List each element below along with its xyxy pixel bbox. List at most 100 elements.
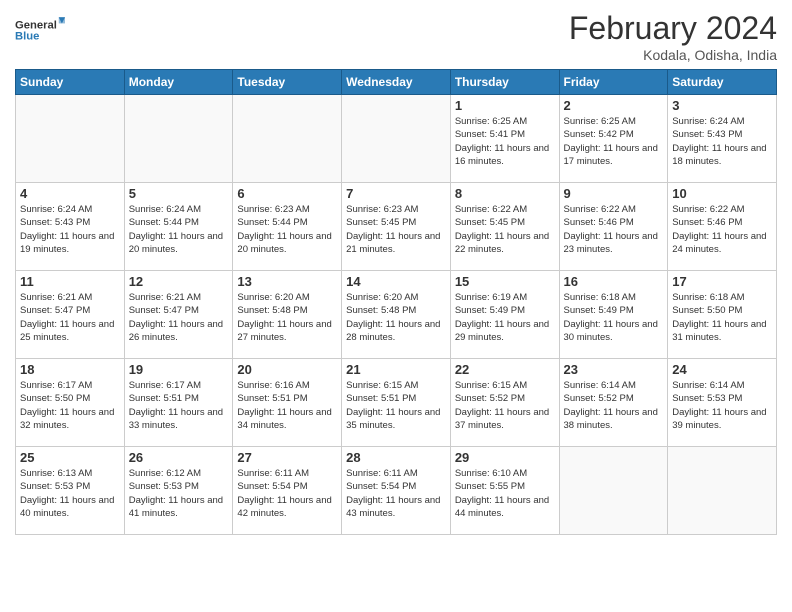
day-info: Sunrise: 6:17 AMSunset: 5:50 PMDaylight:… <box>20 379 120 432</box>
day-info: Sunrise: 6:22 AMSunset: 5:46 PMDaylight:… <box>564 203 664 256</box>
week-row-4: 25Sunrise: 6:13 AMSunset: 5:53 PMDayligh… <box>16 447 777 535</box>
day-info: Sunrise: 6:13 AMSunset: 5:53 PMDaylight:… <box>20 467 120 520</box>
day-info: Sunrise: 6:14 AMSunset: 5:53 PMDaylight:… <box>672 379 772 432</box>
day-number: 28 <box>346 450 446 465</box>
col-monday: Monday <box>124 70 233 95</box>
day-cell: 9 Sunrise: 6:22 AMSunset: 5:46 PMDaylight… <box>559 183 668 271</box>
day-info: Sunrise: 6:22 AMSunset: 5:46 PMDaylight:… <box>672 203 772 256</box>
day-number: 29 <box>455 450 555 465</box>
day-cell: 21Sunrise: 6:15 AMSunset: 5:51 PMDayligh… <box>342 359 451 447</box>
day-cell: 1 Sunrise: 6:25 AMSunset: 5:41 PMDaylight… <box>450 95 559 183</box>
day-info: Sunrise: 6:22 AMSunset: 5:45 PMDaylight:… <box>455 203 555 256</box>
day-info: Sunrise: 6:14 AMSunset: 5:52 PMDaylight:… <box>564 379 664 432</box>
day-cell <box>668 447 777 535</box>
day-cell: 28 Sunrise: 6:11 AMSunset: 5:54 PMDayligh… <box>342 447 451 535</box>
day-cell: 25Sunrise: 6:13 AMSunset: 5:53 PMDayligh… <box>16 447 125 535</box>
day-number: 18 <box>20 362 120 377</box>
day-number: 10 <box>672 186 772 201</box>
day-cell <box>342 95 451 183</box>
day-number: 7 <box>346 186 446 201</box>
day-cell: 14 Sunrise: 6:20 AMSunset: 5:48 PMDayligh… <box>342 271 451 359</box>
day-cell: 29 Sunrise: 6:10 AMSunset: 5:55 PMDayligh… <box>450 447 559 535</box>
day-cell: 6 Sunrise: 6:23 AMSunset: 5:44 PMDaylight… <box>233 183 342 271</box>
day-info: Sunrise: 6:20 AMSunset: 5:48 PMDaylight:… <box>346 291 446 344</box>
week-row-0: 1 Sunrise: 6:25 AMSunset: 5:41 PMDaylight… <box>16 95 777 183</box>
col-sunday: Sunday <box>16 70 125 95</box>
day-cell <box>233 95 342 183</box>
day-info: Sunrise: 6:25 AMSunset: 5:42 PMDaylight:… <box>564 115 664 168</box>
logo: General Blue <box>15 10 65 50</box>
day-number: 12 <box>129 274 229 289</box>
day-number: 15 <box>455 274 555 289</box>
day-cell: 26Sunrise: 6:12 AMSunset: 5:53 PMDayligh… <box>124 447 233 535</box>
day-number: 20 <box>237 362 337 377</box>
day-cell: 27 Sunrise: 6:11 AMSunset: 5:54 PMDayligh… <box>233 447 342 535</box>
day-cell: 20 Sunrise: 6:16 AMSunset: 5:51 PMDayligh… <box>233 359 342 447</box>
day-cell <box>124 95 233 183</box>
day-info: Sunrise: 6:24 AMSunset: 5:43 PMDaylight:… <box>20 203 120 256</box>
day-info: Sunrise: 6:19 AMSunset: 5:49 PMDaylight:… <box>455 291 555 344</box>
day-cell: 11Sunrise: 6:21 AMSunset: 5:47 PMDayligh… <box>16 271 125 359</box>
col-friday: Friday <box>559 70 668 95</box>
week-row-2: 11 Sunrise: 6:21 AMSunset: 5:47 PMDayligh… <box>16 271 777 359</box>
day-cell: 12 Sunrise: 6:21 AMSunset: 5:47 PMDayligh… <box>124 271 233 359</box>
day-number: 3 <box>672 98 772 113</box>
day-cell: 2Sunrise: 6:25 AMSunset: 5:42 PMDaylight… <box>559 95 668 183</box>
col-tuesday: Tuesday <box>233 70 342 95</box>
day-cell: 3 Sunrise: 6:24 AMSunset: 5:43 PMDaylight… <box>668 95 777 183</box>
day-info: Sunrise: 6:24 AMSunset: 5:44 PMDaylight:… <box>129 203 229 256</box>
day-info: Sunrise: 6:10 AMSunset: 5:55 PMDaylight:… <box>455 467 555 520</box>
day-number: 23 <box>564 362 664 377</box>
day-info: Sunrise: 6:23 AMSunset: 5:45 PMDaylight:… <box>346 203 446 256</box>
day-number: 19 <box>129 362 229 377</box>
day-info: Sunrise: 6:25 AMSunset: 5:41 PMDaylight:… <box>455 115 555 168</box>
day-number: 14 <box>346 274 446 289</box>
header: General Blue February 2024 Kodala, Odish… <box>15 10 777 63</box>
day-info: Sunrise: 6:11 AMSunset: 5:54 PMDaylight:… <box>346 467 446 520</box>
svg-text:General: General <box>15 19 57 31</box>
day-number: 11 <box>20 274 120 289</box>
day-number: 22 <box>455 362 555 377</box>
day-cell: 5 Sunrise: 6:24 AMSunset: 5:44 PMDaylight… <box>124 183 233 271</box>
header-row: Sunday Monday Tuesday Wednesday Thursday… <box>16 70 777 95</box>
day-number: 5 <box>129 186 229 201</box>
day-info: Sunrise: 6:23 AMSunset: 5:44 PMDaylight:… <box>237 203 337 256</box>
day-number: 24 <box>672 362 772 377</box>
svg-text:Blue: Blue <box>15 31 39 43</box>
week-row-3: 18 Sunrise: 6:17 AMSunset: 5:50 PMDayligh… <box>16 359 777 447</box>
logo-svg: General Blue <box>15 10 65 50</box>
day-cell: 10 Sunrise: 6:22 AMSunset: 5:46 PMDayligh… <box>668 183 777 271</box>
day-info: Sunrise: 6:18 AMSunset: 5:50 PMDaylight:… <box>672 291 772 344</box>
day-cell: 23 Sunrise: 6:14 AMSunset: 5:52 PMDayligh… <box>559 359 668 447</box>
day-info: Sunrise: 6:24 AMSunset: 5:43 PMDaylight:… <box>672 115 772 168</box>
day-cell: 18 Sunrise: 6:17 AMSunset: 5:50 PMDayligh… <box>16 359 125 447</box>
day-number: 16 <box>564 274 664 289</box>
day-number: 1 <box>455 98 555 113</box>
day-number: 8 <box>455 186 555 201</box>
day-number: 13 <box>237 274 337 289</box>
col-thursday: Thursday <box>450 70 559 95</box>
day-number: 27 <box>237 450 337 465</box>
day-info: Sunrise: 6:12 AMSunset: 5:53 PMDaylight:… <box>129 467 229 520</box>
day-info: Sunrise: 6:21 AMSunset: 5:47 PMDaylight:… <box>129 291 229 344</box>
day-info: Sunrise: 6:11 AMSunset: 5:54 PMDaylight:… <box>237 467 337 520</box>
day-cell: 4 Sunrise: 6:24 AMSunset: 5:43 PMDaylight… <box>16 183 125 271</box>
day-cell: 19Sunrise: 6:17 AMSunset: 5:51 PMDayligh… <box>124 359 233 447</box>
col-saturday: Saturday <box>668 70 777 95</box>
day-cell: 13Sunrise: 6:20 AMSunset: 5:48 PMDayligh… <box>233 271 342 359</box>
title-block: February 2024 Kodala, Odisha, India <box>569 10 777 63</box>
col-wednesday: Wednesday <box>342 70 451 95</box>
calendar-page: General Blue February 2024 Kodala, Odish… <box>0 0 792 612</box>
day-number: 9 <box>564 186 664 201</box>
day-number: 17 <box>672 274 772 289</box>
week-row-1: 4 Sunrise: 6:24 AMSunset: 5:43 PMDaylight… <box>16 183 777 271</box>
day-number: 4 <box>20 186 120 201</box>
month-title: February 2024 <box>569 10 777 47</box>
day-cell: 16 Sunrise: 6:18 AMSunset: 5:49 PMDayligh… <box>559 271 668 359</box>
day-info: Sunrise: 6:16 AMSunset: 5:51 PMDaylight:… <box>237 379 337 432</box>
location: Kodala, Odisha, India <box>569 47 777 63</box>
day-number: 6 <box>237 186 337 201</box>
day-cell: 22Sunrise: 6:15 AMSunset: 5:52 PMDayligh… <box>450 359 559 447</box>
calendar-table: Sunday Monday Tuesday Wednesday Thursday… <box>15 69 777 535</box>
day-info: Sunrise: 6:18 AMSunset: 5:49 PMDaylight:… <box>564 291 664 344</box>
